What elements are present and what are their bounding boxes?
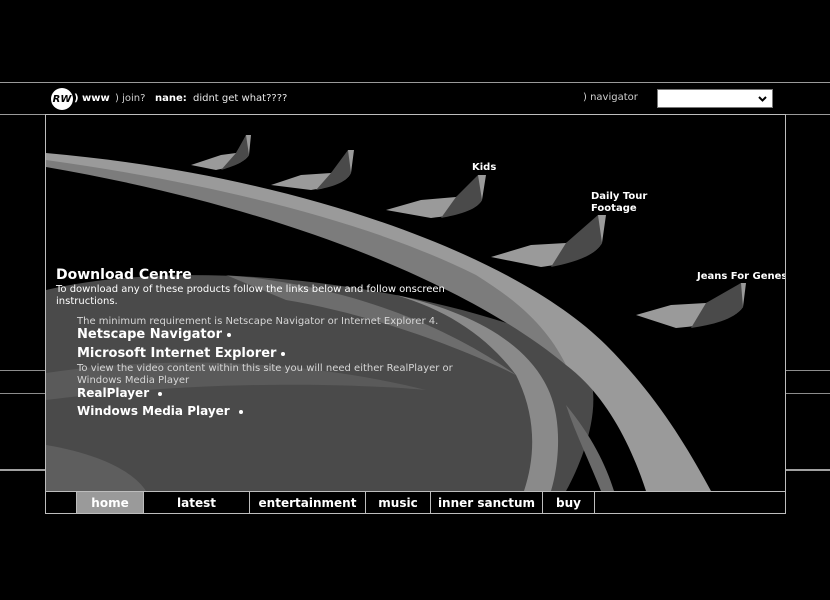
video-requirement-text: To view the video content within this si… xyxy=(77,363,453,386)
outer-line-left-1 xyxy=(0,370,45,371)
hotspot-kids[interactable]: Kids xyxy=(472,162,496,174)
chevron-down-icon xyxy=(758,96,767,102)
decorative-arc-artwork xyxy=(46,135,746,491)
tab-entertainment[interactable]: entertainment xyxy=(250,492,366,513)
www-link[interactable]: ) www xyxy=(74,93,110,104)
chat-username: nane: xyxy=(155,93,187,104)
realplayer-download-link[interactable]: RealPlayer xyxy=(77,386,163,400)
bullet-icon xyxy=(281,351,286,356)
main-stage: Kids Daily Tour Footage Jeans For Genes … xyxy=(45,114,786,514)
navigator-select[interactable] xyxy=(657,89,773,108)
navigator-label: ) navigator xyxy=(583,92,638,103)
bullet-icon xyxy=(238,409,243,414)
rw-logo[interactable]: RW xyxy=(51,88,73,110)
realplayer-download-label: RealPlayer xyxy=(77,386,150,400)
tab-latest[interactable]: latest xyxy=(144,492,250,513)
ie-download-link[interactable]: Microsoft Internet Explorer xyxy=(77,346,286,361)
top-bar: RW ) www ) join? nane: didnt get what???… xyxy=(0,82,830,115)
download-centre-intro: To download any of these products follow… xyxy=(56,284,445,307)
netscape-download-label: Netscape Navigator xyxy=(77,327,222,342)
bullet-icon xyxy=(158,391,163,396)
minimum-requirement-text: The minimum requirement is Netscape Navi… xyxy=(77,316,439,327)
tab-inner-sanctum[interactable]: inner sanctum xyxy=(431,492,543,513)
wmp-download-label: Windows Media Player xyxy=(77,404,230,418)
join-link[interactable]: ) join? xyxy=(115,93,145,104)
ie-download-label: Microsoft Internet Explorer xyxy=(77,346,277,361)
tab-buy[interactable]: buy xyxy=(543,492,595,513)
wmp-download-link[interactable]: Windows Media Player xyxy=(77,404,243,418)
bullet-icon xyxy=(227,332,231,337)
tab-home[interactable]: home xyxy=(77,492,144,513)
outer-line-right-3 xyxy=(786,469,830,471)
outer-line-left-2 xyxy=(0,393,45,394)
chat-message: didnt get what???? xyxy=(193,93,288,104)
outer-line-left-3 xyxy=(0,469,45,471)
hotspot-daily-tour[interactable]: Daily Tour Footage xyxy=(591,191,661,215)
tab-music[interactable]: music xyxy=(366,492,431,513)
outer-line-right-1 xyxy=(786,370,830,371)
tab-spacer xyxy=(46,492,77,513)
download-centre-title: Download Centre xyxy=(56,267,192,283)
hotspot-jeans-for-genes[interactable]: Jeans For Genes xyxy=(697,271,785,283)
main-nav-tabs: home latest entertainment music inner sa… xyxy=(46,491,785,513)
netscape-download-link[interactable]: Netscape Navigator xyxy=(77,327,231,342)
outer-line-right-2 xyxy=(786,393,830,394)
